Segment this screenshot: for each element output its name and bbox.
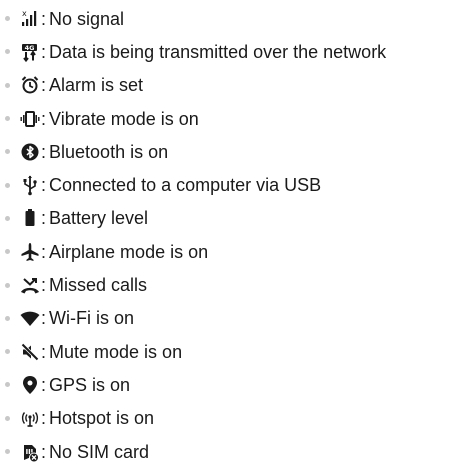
- separator: :: [41, 241, 47, 262]
- item-label: Mute mode is on: [49, 341, 183, 362]
- separator: :: [41, 374, 47, 395]
- list-item: : GPS is on: [5, 368, 452, 401]
- item-label: No signal: [49, 8, 125, 29]
- separator: :: [41, 208, 47, 229]
- bullet: [5, 349, 10, 355]
- item-label: GPS is on: [49, 374, 131, 395]
- bullet: [5, 382, 10, 388]
- bullet: [5, 16, 10, 22]
- list-item: : Alarm is set: [5, 69, 452, 102]
- list-item: : Mute mode is on: [5, 335, 452, 368]
- hotspot-icon: [20, 407, 40, 429]
- separator: :: [41, 441, 47, 462]
- list-item: : Airplane mode is on: [5, 235, 452, 268]
- separator: :: [41, 308, 47, 329]
- item-label: Wi-Fi is on: [49, 308, 135, 329]
- status-icon-legend: x : No signal 4G : Data is being transmi…: [0, 2, 452, 468]
- gps-icon: [20, 374, 40, 396]
- separator: :: [41, 341, 47, 362]
- bullet: [5, 182, 10, 188]
- bullet: [5, 315, 10, 321]
- mute-icon: [20, 341, 40, 363]
- bullet: [5, 116, 10, 122]
- alarm-clock-icon: [20, 74, 40, 96]
- bullet: [5, 215, 10, 221]
- item-label: Connected to a computer via USB: [49, 175, 322, 196]
- airplane-icon: [20, 241, 40, 263]
- no-signal-icon: x: [20, 8, 40, 30]
- separator: :: [41, 408, 47, 429]
- missed-call-icon: [20, 274, 40, 296]
- usb-icon: [20, 174, 40, 196]
- separator: :: [41, 175, 47, 196]
- separator: :: [41, 275, 47, 296]
- item-label: Airplane mode is on: [49, 241, 209, 262]
- item-label: Bluetooth is on: [49, 141, 169, 162]
- list-item: : No SIM card: [5, 435, 452, 468]
- bullet: [5, 82, 10, 88]
- bullet: [5, 149, 10, 155]
- list-item: 4G : Data is being transmitted over the …: [5, 35, 452, 68]
- bullet: [5, 249, 10, 255]
- item-label: Hotspot is on: [49, 408, 155, 429]
- bullet: [5, 415, 10, 421]
- list-item: : Battery level: [5, 202, 452, 235]
- list-item: : Vibrate mode is on: [5, 102, 452, 135]
- no-sim-icon: [20, 441, 40, 463]
- item-label: No SIM card: [49, 441, 150, 462]
- 4g-data-transfer-icon: 4G: [20, 41, 40, 63]
- svg-text:x: x: [22, 9, 27, 18]
- separator: :: [41, 108, 47, 129]
- bullet: [5, 282, 10, 288]
- separator: :: [41, 8, 47, 29]
- list-item: : Hotspot is on: [5, 402, 452, 435]
- bullet: [5, 449, 10, 454]
- item-label: Vibrate mode is on: [49, 108, 199, 129]
- item-label: Battery level: [49, 208, 149, 229]
- list-item: : Connected to a computer via USB: [5, 168, 452, 201]
- item-label: Missed calls: [49, 275, 148, 296]
- item-label: Alarm is set: [49, 75, 144, 96]
- list-item: : Bluetooth is on: [5, 135, 452, 168]
- item-label: Data is being transmitted over the netwo…: [49, 41, 387, 62]
- list-item: x : No signal: [5, 2, 452, 35]
- wifi-icon: [20, 307, 40, 329]
- separator: :: [41, 75, 47, 96]
- list-item: : Wi-Fi is on: [5, 302, 452, 335]
- bullet: [5, 49, 10, 55]
- list-item: : Missed calls: [5, 268, 452, 301]
- battery-icon: [20, 207, 40, 229]
- vibrate-icon: [20, 108, 40, 130]
- bluetooth-icon: [20, 141, 40, 163]
- separator: :: [41, 41, 47, 62]
- separator: :: [41, 141, 47, 162]
